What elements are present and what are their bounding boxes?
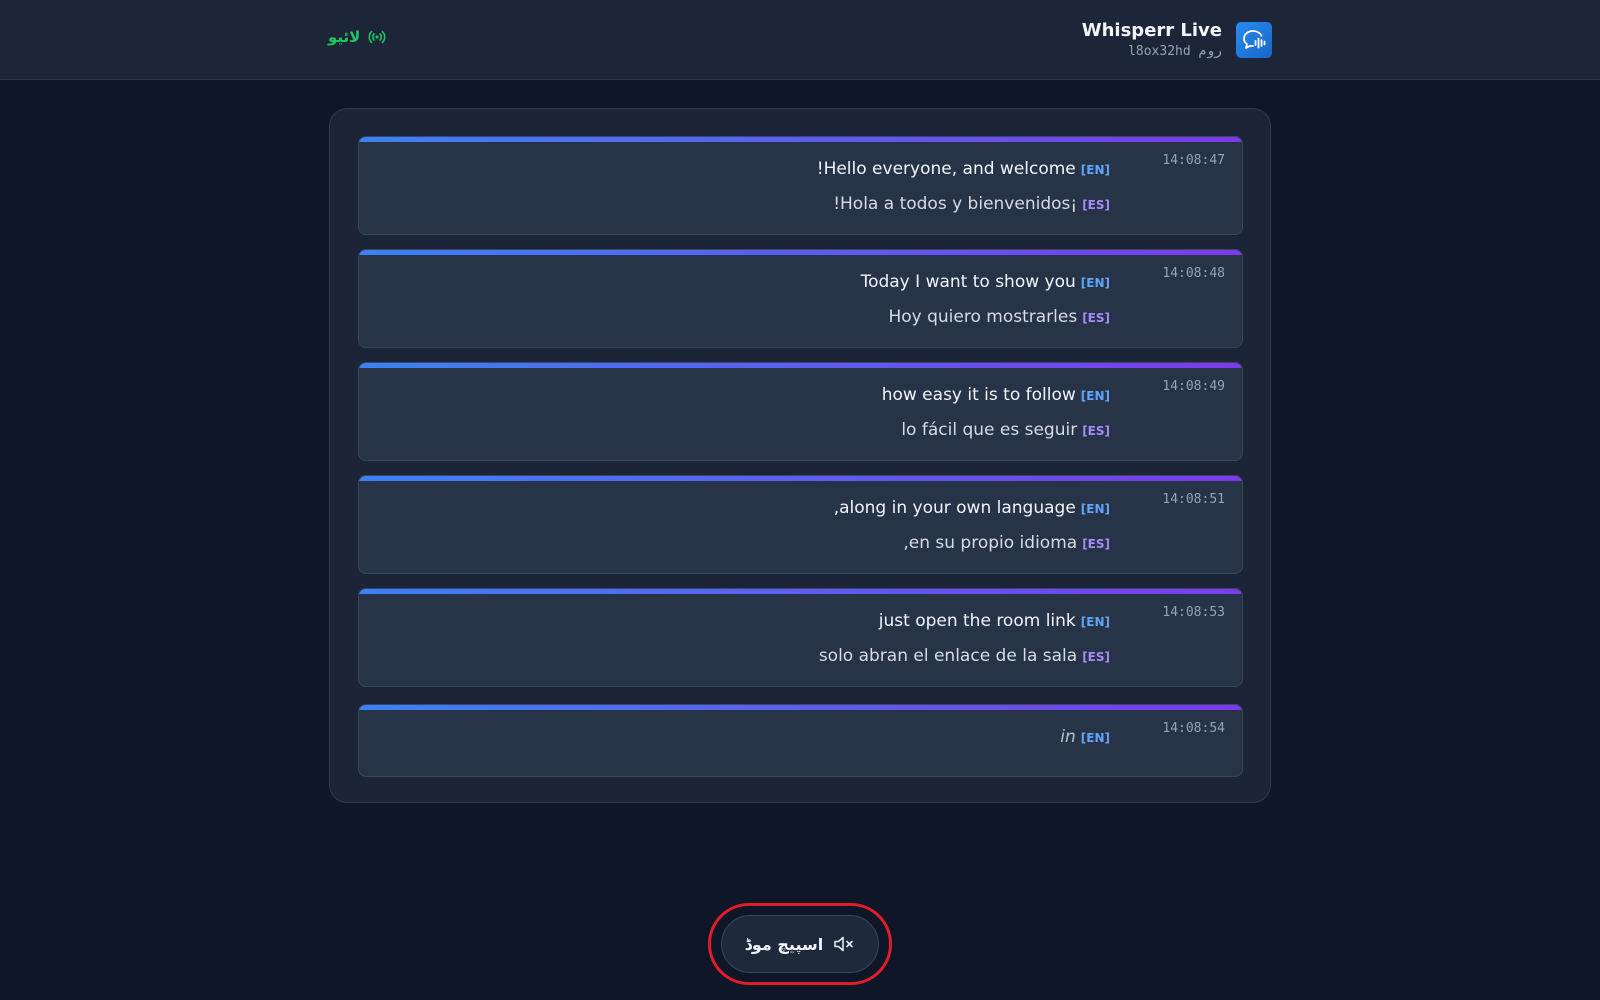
source-line: !Hello everyone, and welcome [EN] xyxy=(817,159,1110,179)
source-line: Today I want to show you [EN] xyxy=(861,272,1110,292)
source-language-tag: [EN] xyxy=(1080,502,1110,516)
target-language-tag: [ES] xyxy=(1082,650,1110,664)
speech-bubble-sound-icon xyxy=(1236,21,1272,58)
translation-line: ,en su propio idioma [ES] xyxy=(903,533,1110,553)
brand-text: Whisperr Live l8ox32hd روم xyxy=(1082,20,1222,59)
translation-line: solo abran el enlace de la sala [ES] xyxy=(819,646,1110,666)
translation-text: lo fácil que es seguir xyxy=(901,420,1078,440)
source-line: ,along in your own language [EN] xyxy=(834,498,1110,518)
speaker-muted-icon xyxy=(833,935,855,953)
source-line: in [EN] xyxy=(1060,727,1110,747)
top-bar: لائیو Whisperr Live l8ox32hd روم xyxy=(0,0,1600,80)
live-indicator: لائیو xyxy=(328,28,386,46)
entry-timestamp: 14:08:48 xyxy=(1162,266,1225,281)
source-text: just open the room link xyxy=(878,611,1076,631)
source-text: how easy it is to follow xyxy=(881,385,1076,405)
brand: Whisperr Live l8ox32hd روم xyxy=(1082,20,1272,59)
entry-timestamp: 14:08:47 xyxy=(1162,153,1225,168)
live-label: لائیو xyxy=(328,28,361,46)
translation-text: !Hola a todos y bienvenidos¡ xyxy=(833,194,1078,214)
room-info: l8ox32hd روم xyxy=(1082,44,1222,59)
transcript-entry: 14:08:51 ,along in your own language [EN… xyxy=(358,475,1243,574)
translation-line: !Hola a todos y bienvenidos¡ [ES] xyxy=(833,194,1110,214)
source-line: just open the room link [EN] xyxy=(879,611,1110,631)
entry-timestamp: 14:08:54 xyxy=(1162,721,1225,736)
source-language-tag: [EN] xyxy=(1080,276,1110,290)
source-language-tag: [EN] xyxy=(1080,163,1110,177)
translation-line: Hoy quiero mostrarles [ES] xyxy=(888,307,1110,327)
broadcast-icon xyxy=(368,28,386,46)
translation-line: lo fácil que es seguir [ES] xyxy=(901,420,1110,440)
source-language-tag: [EN] xyxy=(1080,615,1110,629)
source-text: Today I want to show you xyxy=(860,272,1076,292)
room-code: l8ox32hd xyxy=(1128,44,1191,59)
source-language-tag: [EN] xyxy=(1080,731,1110,745)
transcript-entry: 14:08:48 Today I want to show you [EN] H… xyxy=(358,249,1243,348)
transcript-panel[interactable]: 14:08:47 !Hello everyone, and welcome [E… xyxy=(329,108,1271,803)
speech-mode-label: اسپیچ موڈ xyxy=(744,934,824,954)
entry-timestamp: 14:08:53 xyxy=(1162,605,1225,620)
target-language-tag: [ES] xyxy=(1082,424,1110,438)
translation-text: ,en su propio idioma xyxy=(903,533,1078,553)
source-language-tag: [EN] xyxy=(1080,389,1110,403)
transcript-entry: 14:08:49 how easy it is to follow [EN] l… xyxy=(358,362,1243,461)
translation-text: solo abran el enlace de la sala xyxy=(818,646,1078,666)
room-label: روم xyxy=(1198,44,1222,59)
source-text: ,along in your own language xyxy=(833,498,1076,518)
target-language-tag: [ES] xyxy=(1082,198,1110,212)
transcript-entry: 14:08:53 just open the room link [EN] so… xyxy=(358,588,1243,687)
speech-mode-highlight: اسپیچ موڈ xyxy=(708,903,892,985)
target-language-tag: [ES] xyxy=(1082,537,1110,551)
speech-mode-button[interactable]: اسپیچ موڈ xyxy=(721,915,879,973)
translation-text: Hoy quiero mostrarles xyxy=(888,307,1078,327)
entry-timestamp: 14:08:49 xyxy=(1162,379,1225,394)
app-title: Whisperr Live xyxy=(1081,20,1222,41)
source-text: in xyxy=(1060,727,1076,747)
target-language-tag: [ES] xyxy=(1082,311,1110,325)
source-text: !Hello everyone, and welcome xyxy=(816,159,1076,179)
transcript-entry: 14:08:47 !Hello everyone, and welcome [E… xyxy=(358,136,1243,235)
interim-transcript-entry: 14:08:54 in [EN] xyxy=(358,704,1243,777)
source-line: how easy it is to follow [EN] xyxy=(882,385,1110,405)
entry-timestamp: 14:08:51 xyxy=(1162,492,1225,507)
